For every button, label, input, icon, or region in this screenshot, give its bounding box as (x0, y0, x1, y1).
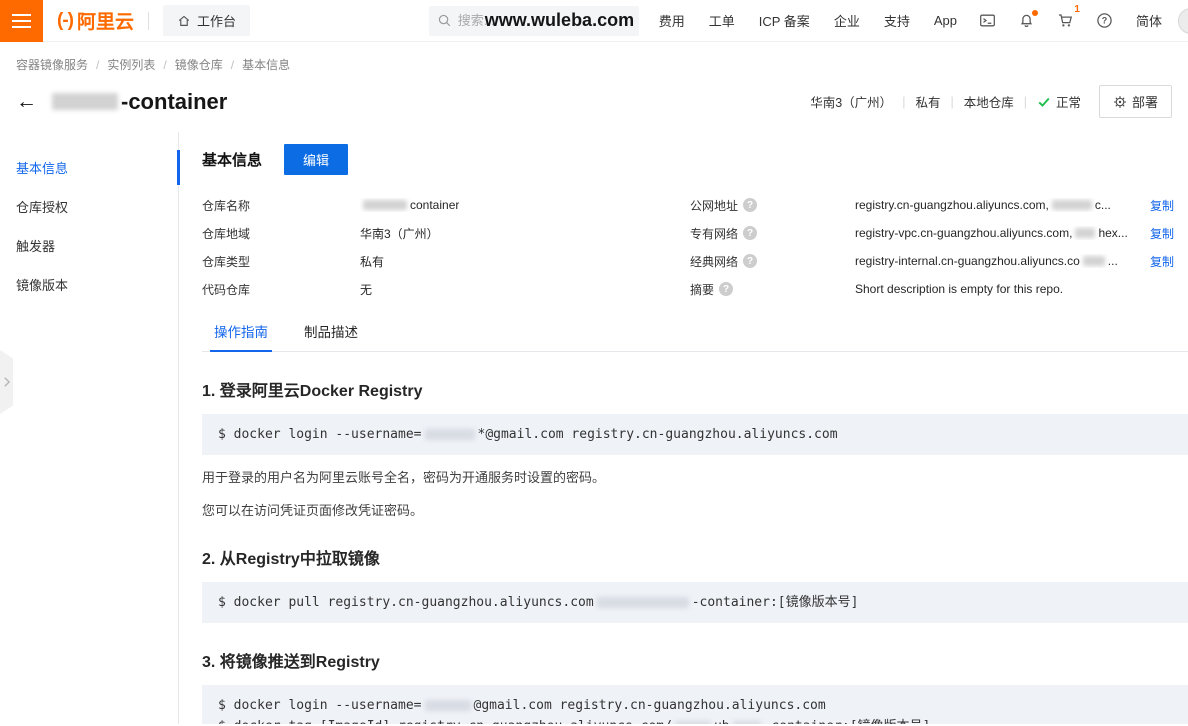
sidebar-item-triggers[interactable]: 触发器 (0, 226, 178, 265)
aliyun-logo[interactable]: (-) 阿里云 (57, 7, 134, 34)
tab-bar: 操作指南 制品描述 (202, 321, 1188, 352)
field-code-repo: 代码仓库 无 (202, 275, 690, 303)
top-menu: 费用 工单 ICP 备案 企业 支持 App (659, 11, 957, 30)
help-icon[interactable]: ? (1096, 12, 1114, 30)
main-panel: 基本信息 编辑 仓库名称 container 仓库地域 华南3（广州） 仓库类型… (179, 132, 1188, 724)
field-vpc-endpoint: 专有网络? registry-vpc.cn-guangzhou.aliyuncs… (690, 219, 1174, 247)
divider (148, 12, 149, 30)
menu-item-tickets[interactable]: 工单 (709, 11, 735, 30)
page-title: -container (49, 89, 227, 115)
copy-public-endpoint-link[interactable]: 复制 (1150, 197, 1174, 214)
field-classic-endpoint: 经典网络? registry-internal.cn-guangzhou.ali… (690, 247, 1174, 275)
copy-vpc-endpoint-link[interactable]: 复制 (1150, 225, 1174, 242)
copy-classic-endpoint-link[interactable]: 复制 (1150, 253, 1174, 270)
content-area: 基本信息 仓库授权 触发器 镜像版本 基本信息 编辑 仓库名称 containe… (0, 132, 1188, 724)
field-repo-region: 仓库地域 华南3（广州） (202, 219, 690, 247)
tab-operation-guide[interactable]: 操作指南 (214, 321, 268, 351)
workbench-button[interactable]: 工作台 (163, 5, 250, 36)
field-summary: 摘要? Short description is empty for this … (690, 275, 1174, 303)
status-badge: 正常 (1037, 92, 1081, 111)
menu-item-app[interactable]: App (934, 13, 957, 28)
status-text: 正常 (1056, 92, 1081, 111)
menu-item-billing[interactable]: 费用 (659, 11, 685, 30)
repo-meta: 华南3（广州） | 私有 | 本地仓库 | 正常 (810, 85, 1172, 118)
repo-region: 华南3（广州） (810, 92, 892, 111)
breadcrumb-item-instances[interactable]: 实例列表 (107, 56, 155, 73)
code-block-login: $ docker login --username=*@gmail.com re… (202, 414, 1188, 455)
menu-item-icp[interactable]: ICP 备案 (759, 11, 810, 30)
breadcrumb-item-current: 基本信息 (242, 56, 290, 73)
notification-dot (1032, 10, 1038, 16)
helm-icon (1113, 95, 1127, 109)
aliyun-logo-icon: (-) (57, 10, 73, 32)
field-repo-type: 仓库类型 私有 (202, 247, 690, 275)
sidebar-collapse-handle[interactable] (0, 350, 13, 414)
cloudshell-icon[interactable] (979, 12, 997, 30)
menu-item-enterprise[interactable]: 企业 (834, 11, 860, 30)
guide-step1-heading: 1. 登录阿里云Docker Registry (202, 377, 1188, 401)
deploy-button[interactable]: 部署 (1099, 85, 1172, 118)
field-repo-name: 仓库名称 container (202, 191, 690, 219)
guide-paragraph: 用于登录的用户名为阿里云账号全名，密码为开通服务时设置的密码。 (202, 468, 1188, 488)
help-question-icon[interactable]: ? (719, 282, 733, 296)
fields-right-column: 公网地址? registry.cn-guangzhou.aliyuncs.com… (690, 191, 1188, 303)
top-navbar: (-) 阿里云 工作台 www.wuleba.com 费用 工单 ICP 备案 … (0, 0, 1188, 42)
edit-button[interactable]: 编辑 (284, 144, 348, 175)
repo-fields: 仓库名称 container 仓库地域 华南3（广州） 仓库类型 私有 代码仓库… (202, 191, 1188, 303)
aliyun-logo-text: 阿里云 (77, 7, 134, 34)
field-public-endpoint: 公网地址? registry.cn-guangzhou.aliyuncs.com… (690, 191, 1174, 219)
search-icon (437, 13, 452, 28)
operation-guide: 1. 登录阿里云Docker Registry $ docker login -… (202, 377, 1188, 724)
help-question-icon[interactable]: ? (743, 198, 757, 212)
code-block-pull: $ docker pull registry.cn-guangzhou.aliy… (202, 582, 1188, 623)
help-question-icon[interactable]: ? (743, 254, 757, 268)
sidebar-item-repo-auth[interactable]: 仓库授权 (0, 187, 178, 226)
cart-icon[interactable]: 1 (1057, 12, 1075, 30)
notifications-bell-icon[interactable] (1018, 12, 1036, 30)
breadcrumb-item-repos[interactable]: 镜像仓库 (175, 56, 223, 73)
cart-badge: 1 (1074, 4, 1080, 15)
guide-step2-heading: 2. 从Registry中拉取镜像 (202, 545, 1188, 569)
fields-left-column: 仓库名称 container 仓库地域 华南3（广州） 仓库类型 私有 代码仓库… (202, 191, 690, 303)
code-block-push: $ docker login --username=@gmail.com reg… (202, 685, 1188, 724)
svg-text:?: ? (1102, 16, 1108, 26)
watermark-text: www.wuleba.com (485, 10, 634, 31)
menu-item-support[interactable]: 支持 (884, 11, 910, 30)
language-switch[interactable]: 简体 (1136, 11, 1162, 30)
tab-artifact-description[interactable]: 制品描述 (304, 321, 358, 351)
breadcrumb: 容器镜像服务 / 实例列表 / 镜像仓库 / 基本信息 (0, 42, 1188, 73)
sidebar-item-basic-info[interactable]: 基本信息 (0, 148, 178, 187)
basic-info-header: 基本信息 编辑 (202, 144, 1188, 175)
avatar[interactable] (1178, 8, 1188, 34)
guide-step3-heading: 3. 将镜像推送到Registry (202, 648, 1188, 672)
section-title: 基本信息 (202, 149, 262, 170)
global-search[interactable]: www.wuleba.com (429, 6, 639, 36)
breadcrumb-item-service[interactable]: 容器镜像服务 (16, 56, 88, 73)
page-header: ← -container 华南3（广州） | 私有 | 本地仓库 | 正常 (0, 73, 1188, 118)
sidebar-item-image-versions[interactable]: 镜像版本 (0, 265, 178, 304)
sidebar: 基本信息 仓库授权 触发器 镜像版本 (0, 132, 179, 724)
repo-visibility: 私有 (915, 92, 940, 111)
home-icon (177, 14, 191, 28)
guide-paragraph: 您可以在访问凭证页面修改凭证密码。 (202, 501, 1188, 521)
help-question-icon[interactable]: ? (743, 226, 757, 240)
repo-scope: 本地仓库 (964, 92, 1014, 111)
check-icon (1037, 95, 1051, 109)
back-arrow-icon[interactable]: ← (16, 91, 37, 112)
hamburger-menu-icon[interactable] (0, 0, 43, 42)
top-icons: 1 ? (979, 12, 1114, 30)
